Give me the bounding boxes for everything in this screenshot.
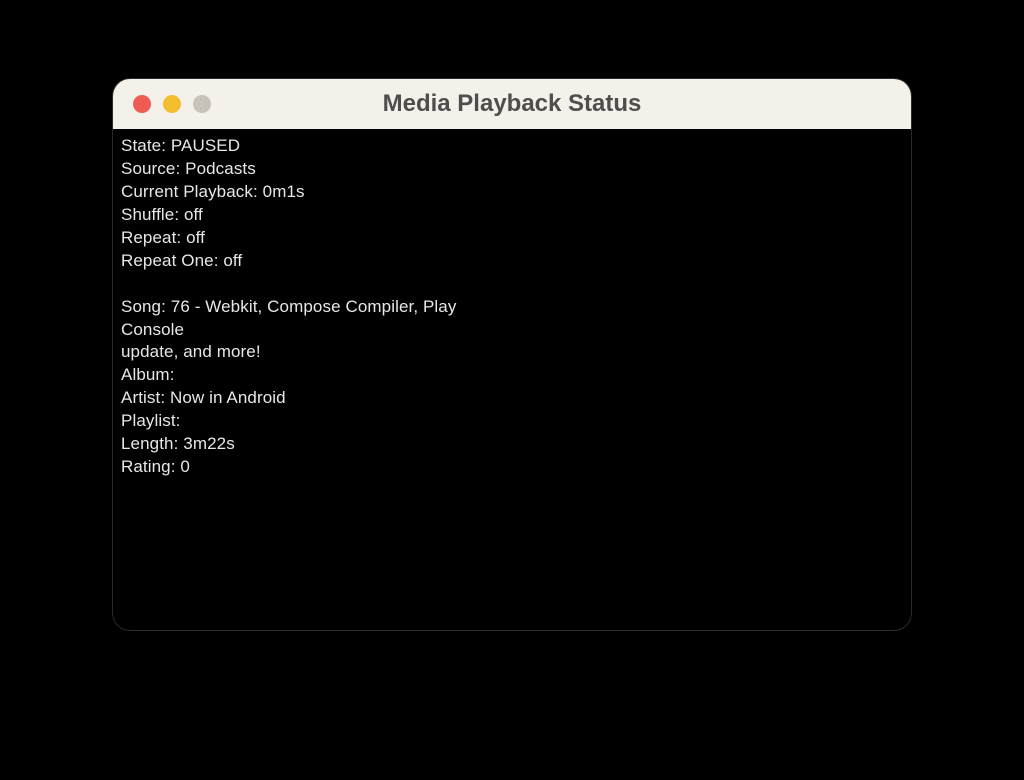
position-row: Current Playback: 0m1s (121, 181, 481, 204)
source-row: Source: Podcasts (121, 158, 481, 181)
song-row-line2: update, and more! (121, 341, 481, 364)
maximize-icon[interactable] (193, 95, 211, 113)
minimize-icon[interactable] (163, 95, 181, 113)
position-label: Current Playback (121, 182, 253, 201)
close-icon[interactable] (133, 95, 151, 113)
length-value: 3m22s (183, 434, 235, 453)
section-gap (121, 273, 903, 296)
window-controls (133, 95, 211, 113)
rating-row: Rating: 0 (121, 456, 481, 479)
playlist-row: Playlist: (121, 410, 481, 433)
song-value-line1: 76 - Webkit, Compose Compiler, Play Cons… (121, 297, 456, 339)
shuffle-label: Shuffle (121, 205, 174, 224)
state-value: PAUSED (171, 136, 240, 155)
artist-label: Artist (121, 388, 160, 407)
state-row: State: PAUSED (121, 135, 481, 158)
repeat-label: Repeat (121, 228, 176, 247)
album-label: Album (121, 365, 170, 384)
shuffle-row: Shuffle: off (121, 204, 481, 227)
song-value-line2: update, and more! (121, 342, 261, 361)
repeat-one-value: off (223, 251, 242, 270)
status-body: State: PAUSED Source: Podcasts Current P… (113, 129, 911, 487)
source-label: Source (121, 159, 175, 178)
song-label: Song (121, 297, 161, 316)
rating-value: 0 (180, 457, 190, 476)
repeat-one-label: Repeat One (121, 251, 214, 270)
playlist-label: Playlist (121, 411, 176, 430)
song-row-line1: Song: 76 - Webkit, Compose Compiler, Pla… (121, 296, 481, 342)
repeat-value: off (186, 228, 205, 247)
rating-label: Rating (121, 457, 171, 476)
shuffle-value: off (184, 205, 203, 224)
window-title: Media Playback Status (113, 90, 911, 118)
media-status-window: Media Playback Status State: PAUSED Sour… (112, 78, 912, 631)
repeat-row: Repeat: off (121, 227, 481, 250)
album-row: Album: (121, 364, 481, 387)
state-label: State (121, 136, 161, 155)
position-value: 0m1s (263, 182, 305, 201)
source-value: Podcasts (185, 159, 256, 178)
repeat-one-row: Repeat One: off (121, 250, 481, 273)
titlebar: Media Playback Status (113, 79, 911, 129)
length-label: Length (121, 434, 174, 453)
length-row: Length: 3m22s (121, 433, 481, 456)
artist-row: Artist: Now in Android (121, 387, 481, 410)
artist-value: Now in Android (170, 388, 286, 407)
